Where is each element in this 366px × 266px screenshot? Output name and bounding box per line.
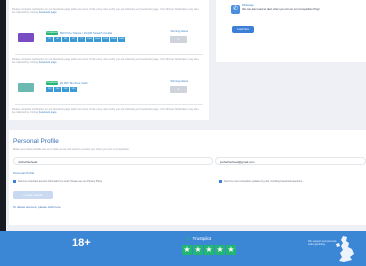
profile-label: Personal Profile: [13, 171, 35, 175]
verification-note: Please complete verification on our face…: [12, 58, 199, 64]
consent-label: Send me new competition updates by post,…: [224, 180, 305, 183]
email-field[interactable]: joshwhitehead@gmail.com: [215, 157, 366, 165]
trustpilot-star-icon: ★: [186, 236, 191, 242]
ticket-chip: 1440: [118, 37, 125, 42]
age-restriction-badge: 18+: [72, 237, 91, 249]
star-icon: ★: [204, 245, 214, 255]
star-icon: ★: [182, 245, 192, 255]
competition-entry[interactable]: Completed 500 Prize Tickets / 10,000 Scr…: [12, 30, 206, 54]
consent-email[interactable]: Send me important account information by…: [13, 180, 103, 183]
winning-tickets-count: 0: [170, 36, 187, 43]
competition-entry[interactable]: Completed £5,000 Tax-Free Cash 120 144 1…: [12, 80, 206, 104]
verification-note: Please complete verification on our face…: [12, 108, 199, 114]
consent-post[interactable]: Send me new competition updates by post,…: [219, 180, 305, 183]
footer: 18+ ★ Trustpilot ★ ★ ★ ★ ★ We support and…: [0, 231, 366, 266]
load-now-button[interactable]: Load Now: [232, 26, 254, 33]
divider: [15, 54, 203, 55]
ticket-chip: 1370: [102, 37, 109, 42]
name-field[interactable]: Joshwhitehead: [13, 157, 213, 165]
whatsapp-title: Whatsapp: [242, 4, 254, 7]
status-badge: Completed: [46, 31, 58, 35]
ticket-chip: 71: [78, 37, 85, 42]
delete-account-link[interactable]: To delete account, please click here: [13, 205, 61, 209]
facebook-link[interactable]: Facebook page: [39, 111, 57, 114]
star-icon: ★: [226, 245, 236, 255]
trustpilot-rating: ★ ★ ★ ★ ★: [182, 245, 236, 255]
status-badge: Completed: [46, 81, 58, 85]
winning-tickets-label: Winning tickets: [170, 80, 188, 83]
checkbox[interactable]: [219, 180, 222, 183]
whatsapp-icon: ✆: [231, 5, 240, 14]
verification-note: Please complete verification on our face…: [12, 8, 199, 14]
profile-title: Personal Profile: [13, 138, 59, 145]
trustpilot-text: Trustpilot: [192, 236, 212, 241]
ticket-chip: 32: [46, 37, 53, 42]
checkbox[interactable]: [13, 180, 16, 183]
whatsapp-card: ✆ Whatsapp We can also load an alert whe…: [216, 0, 366, 62]
whatsapp-description: We can also load an alert when you win o…: [242, 8, 320, 11]
ticket-chip: 1300: [86, 37, 93, 42]
page-canvas: Please complete verification on our face…: [6, 0, 366, 266]
star-icon: ★: [215, 245, 225, 255]
profile-help-text: Make sure these details are up to date a…: [13, 148, 130, 151]
uk-map-icon: [336, 236, 354, 262]
ticket-list: 120 144 158 162: [46, 87, 77, 92]
ticket-chip: 158: [62, 87, 69, 92]
consent-label: Send me important account information by…: [18, 180, 103, 183]
ticket-chip: 88: [62, 37, 69, 42]
facebook-link[interactable]: Facebook page: [39, 61, 57, 64]
competition-title[interactable]: £5,000 Tax-Free Cash: [60, 81, 88, 85]
winning-tickets-label: Winning tickets: [170, 30, 188, 33]
ticket-chip: 46: [54, 37, 61, 42]
personal-profile-card: Personal Profile Make sure these details…: [9, 130, 366, 225]
ticket-list: 32 46 88 65 71 1300 1000 1370 1383 1440: [46, 37, 125, 42]
trustpilot-label[interactable]: ★ Trustpilot: [186, 236, 211, 242]
winning-tickets-count: 0: [170, 86, 187, 93]
ticket-chip: 1000: [94, 37, 101, 42]
ticket-chip: 65: [70, 37, 77, 42]
star-icon: ★: [193, 245, 203, 255]
ticket-chip: 144: [54, 87, 61, 92]
facebook-link[interactable]: Facebook page: [39, 11, 57, 14]
ticket-chip: 1383: [110, 37, 117, 42]
divider: [15, 104, 203, 105]
ticket-chip: 162: [70, 87, 77, 92]
competition-thumbnail: [18, 83, 34, 92]
update-details-button[interactable]: Update details: [13, 191, 53, 199]
competitions-card: Please complete verification on our face…: [9, 0, 209, 120]
competition-title[interactable]: 500 Prize Tickets / 10,000 Scratch Credi…: [60, 31, 112, 35]
competition-thumbnail: [18, 33, 34, 42]
ticket-chip: 120: [46, 87, 53, 92]
